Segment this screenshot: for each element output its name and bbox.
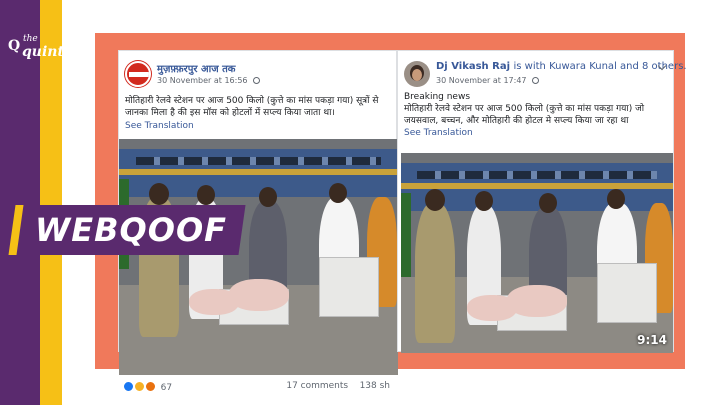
post-body: मोतिहारी रेलवे स्टेशन पर आज 500 किलो (कु… — [404, 104, 645, 126]
reaction-count: 67 — [160, 383, 173, 393]
webqoof-label: WEBQOOF — [34, 211, 227, 249]
globe-icon — [253, 77, 261, 84]
see-translation-link[interactable]: See Translation — [404, 128, 473, 138]
webqoof-badge: WEBQOOF — [8, 205, 246, 255]
angry-reaction-icon — [144, 381, 156, 392]
facebook-post-left: मुज़फ़्फ़रपुर आज तक 30 November at 16:56… — [118, 50, 398, 393]
post-text: मोतिहारी रेलवे स्टेशन पर आज 500 किलो (कु… — [125, 96, 379, 118]
post-timestamp[interactable]: 30 November at 16:56 — [157, 76, 248, 85]
facebook-post-right: Dj Vikash Raj is with Kuwara Kunal and 8… — [397, 50, 687, 353]
post-photo[interactable] — [119, 139, 398, 375]
see-translation-link[interactable]: See Translation — [125, 121, 194, 131]
reaction-bar[interactable]: 67 — [123, 381, 172, 395]
post-author[interactable]: Dj Vikash Raj — [436, 61, 510, 72]
post-engagement: 17 comments 138 sh — [286, 381, 390, 391]
like-reaction-icon — [123, 381, 134, 392]
shares-count[interactable]: 138 sh — [360, 381, 390, 391]
post-text: Breaking news मोतिहारी रेलवे स्टेशन पर आ… — [404, 91, 672, 127]
logo-prefix: the — [23, 34, 38, 44]
globe-icon — [532, 77, 540, 84]
post-author[interactable]: मुज़फ़्फ़रपुर आज तक — [157, 61, 235, 75]
post-author-line: Dj Vikash Raj is with Kuwara Kunal and 8… — [436, 61, 687, 72]
logo-name: quint — [22, 44, 64, 60]
haha-reaction-icon — [133, 381, 145, 392]
video-duration: 9:14 — [637, 333, 667, 347]
comments-count[interactable]: 17 comments — [286, 381, 348, 391]
page-avatar[interactable] — [125, 61, 151, 87]
post-timestamp[interactable]: 30 November at 17:47 — [436, 76, 527, 85]
user-avatar[interactable] — [404, 61, 430, 87]
logo-mark: Q — [8, 38, 21, 54]
post-meta: 30 November at 17:47 — [436, 76, 540, 85]
post-meta: 30 November at 16:56 — [157, 76, 261, 85]
post-video[interactable]: 9:14 — [401, 153, 673, 353]
the-quint-logo: Q the quint — [8, 34, 64, 70]
post-headline: Breaking news — [404, 92, 471, 102]
